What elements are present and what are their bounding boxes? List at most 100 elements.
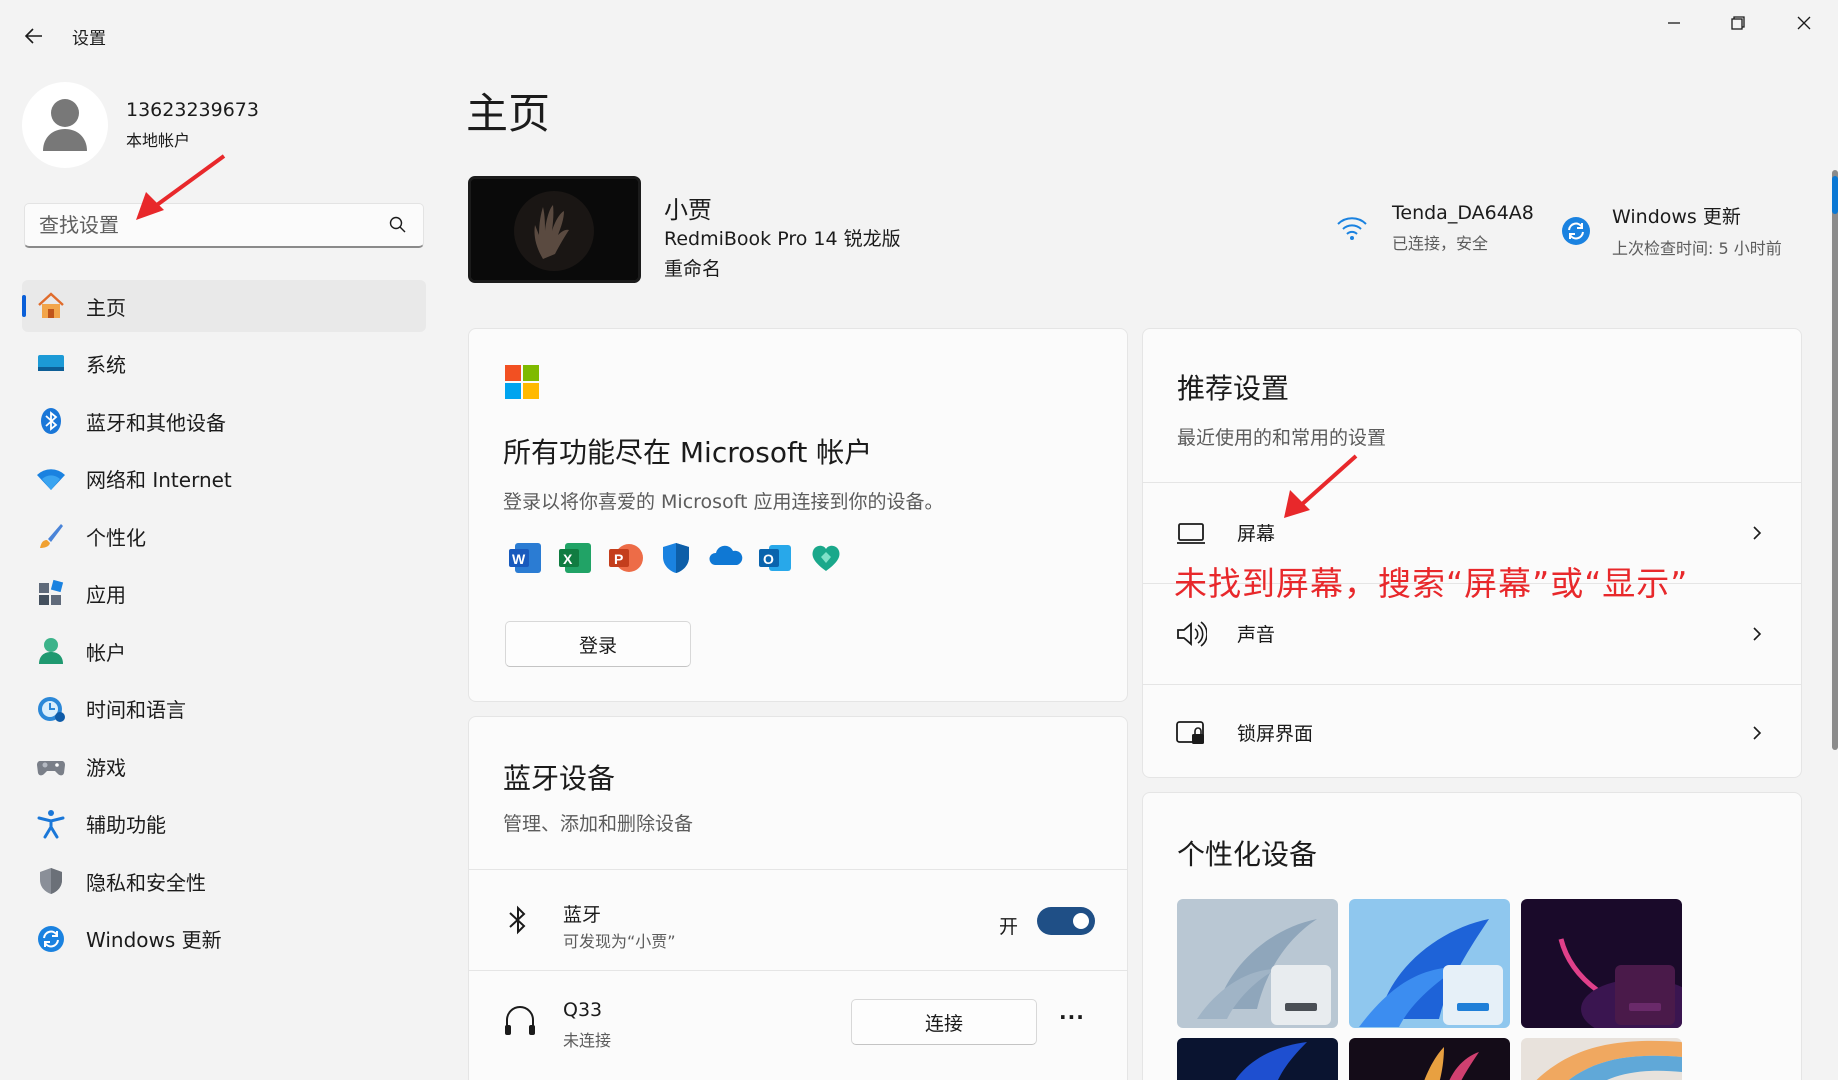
lockscreen-icon: [1176, 721, 1204, 744]
recommended-item-label: 声音: [1237, 624, 1276, 646]
excel-icon: X: [559, 543, 591, 573]
search-icon[interactable]: [389, 216, 407, 234]
device-status-text: 未连接: [563, 1031, 612, 1050]
system-icon: [36, 349, 66, 379]
sidebar-item-label: 时间和语言: [86, 698, 186, 722]
network-status[interactable]: Tenda_DA64A8 已连接，安全: [1336, 202, 1534, 254]
sidebar-item-time-language[interactable]: 时间和语言: [22, 683, 426, 735]
minimize-icon: [1668, 22, 1680, 24]
microsoft-logo-icon: [505, 365, 539, 399]
active-indicator: [22, 295, 26, 317]
speaker-icon: [1177, 621, 1207, 647]
chevron-right-icon: [1753, 526, 1762, 540]
device-label: Q33: [563, 999, 603, 1021]
display-icon: [1177, 523, 1205, 544]
bluetooth-discoverable-text: 可发现为“小贾”: [563, 932, 676, 951]
scrollbar[interactable]: [1832, 170, 1838, 750]
annotation-arrow-display: [1284, 454, 1358, 518]
profile-account-type: 本地帐户: [126, 131, 191, 150]
svg-text:W: W: [512, 551, 526, 567]
sidebar-item-personalization[interactable]: 个性化: [22, 510, 426, 562]
sidebar-item-label: 辅助功能: [86, 813, 166, 837]
sidebar-item-network[interactable]: 网络和 Internet: [22, 453, 426, 505]
back-arrow-icon: [24, 28, 42, 44]
wallpaper-flow-dark-image: [1349, 1038, 1510, 1080]
microsoft-card-description: 登录以将你喜爱的 Microsoft 应用连接到你的设备。: [503, 491, 944, 513]
wallpaper-option-2[interactable]: [1349, 899, 1510, 1028]
sign-in-button[interactable]: 登录: [505, 621, 691, 667]
bluetooth-toggle-row: 蓝牙 可发现为“小贾” 开: [469, 870, 1127, 970]
update-status-text: 上次检查时间: 5 小时前: [1612, 239, 1782, 258]
bluetooth-device-row: Q33 未连接 连接 ···: [469, 971, 1127, 1071]
sidebar-item-accessibility[interactable]: 辅助功能: [22, 798, 426, 850]
page-title: 主页: [466, 89, 551, 138]
recommended-item-label: 锁屏界面: [1237, 723, 1314, 745]
chevron-right-icon: [1753, 627, 1762, 641]
bluetooth-devices-card: 蓝牙设备 管理、添加和删除设备 蓝牙 可发现为“小贾” 开 Q33 未连接 连接…: [468, 716, 1128, 1080]
family-icon: [812, 545, 840, 571]
powerpoint-icon: P: [609, 544, 643, 572]
word-icon: W: [509, 543, 541, 573]
maximize-button[interactable]: [1708, 8, 1768, 38]
annotation-text: 未找到屏幕，搜索“屏幕”或“显示”: [1174, 564, 1689, 603]
wallpaper-option-6[interactable]: [1521, 1038, 1682, 1080]
sidebar-item-label: 主页: [86, 295, 126, 320]
sidebar-item-gaming[interactable]: 游戏: [22, 740, 426, 792]
sidebar-item-system[interactable]: 系统: [22, 338, 426, 390]
scrollbar-thumb-accent[interactable]: [1832, 176, 1838, 214]
svg-text:O: O: [763, 551, 774, 567]
microsoft-apps-row: W X P O: [509, 541, 843, 575]
account-icon: [36, 636, 66, 666]
minimize-button[interactable]: [1644, 8, 1704, 38]
more-options-button[interactable]: ···: [1059, 1005, 1085, 1029]
sidebar-item-windows-update[interactable]: Windows 更新: [22, 913, 426, 965]
network-name: Tenda_DA64A8: [1392, 202, 1534, 224]
sidebar-item-label: 隐私和安全性: [86, 870, 206, 895]
sidebar-item-label: 帐户: [86, 640, 126, 665]
back-button[interactable]: [18, 20, 50, 52]
sidebar-item-home[interactable]: 主页: [22, 280, 426, 332]
sidebar-item-label: 个性化: [86, 525, 146, 550]
profile-name: 13623239673: [126, 99, 259, 121]
outlook-icon: O: [759, 545, 791, 571]
sidebar-item-label: 系统: [86, 353, 126, 377]
windows-update-status[interactable]: Windows 更新 上次检查时间: 5 小时前: [1560, 202, 1782, 259]
sidebar-item-privacy[interactable]: 隐私和安全性: [22, 855, 426, 907]
wallpaper-option-3[interactable]: [1521, 899, 1682, 1028]
sidebar-item-label: 应用: [86, 583, 126, 607]
bluetooth-label: 蓝牙: [563, 904, 602, 926]
close-icon: [1797, 16, 1811, 30]
bluetooth-toggle[interactable]: [1037, 907, 1095, 935]
wallpaper-bloom-blue-image: [1349, 899, 1510, 1028]
sidebar-item-label: 游戏: [86, 755, 126, 780]
home-icon: [36, 291, 66, 321]
device-model: RedmiBook Pro 14 锐龙版: [664, 228, 901, 250]
sidebar-item-apps[interactable]: 应用: [22, 568, 426, 620]
recommended-item-lockscreen[interactable]: 锁屏界面: [1143, 685, 1801, 779]
device-wallpaper-thumbnail[interactable]: [468, 176, 641, 283]
chevron-right-icon: [1753, 726, 1762, 740]
sidebar-nav: 主页 系统 蓝牙和其他设备 网络和 Internet 个性化 应用 帐户 时间和…: [22, 280, 426, 970]
bluetooth-card-title: 蓝牙设备: [503, 762, 616, 795]
microsoft-card-title: 所有功能尽在 Microsoft 帐户: [503, 436, 873, 469]
svg-text:X: X: [563, 551, 573, 567]
sidebar-item-bluetooth[interactable]: 蓝牙和其他设备: [22, 395, 426, 447]
accessibility-icon: [36, 809, 66, 839]
connect-button[interactable]: 连接: [851, 999, 1037, 1045]
title-bar: 设置: [0, 0, 1838, 70]
wallpaper-option-1[interactable]: [1177, 899, 1338, 1028]
personalize-card-title: 个性化设备: [1177, 838, 1318, 871]
onedrive-icon: [709, 545, 743, 565]
close-button[interactable]: [1774, 8, 1834, 38]
wallpaper-option-5[interactable]: [1349, 1038, 1510, 1080]
gamepad-icon: [36, 751, 66, 781]
wallpaper-option-4[interactable]: [1177, 1038, 1338, 1080]
rename-link[interactable]: 重命名: [664, 254, 721, 281]
microsoft-account-card: 所有功能尽在 Microsoft 帐户 登录以将你喜爱的 Microsoft 应…: [468, 328, 1128, 702]
windows-update-icon: [1562, 216, 1590, 245]
bluetooth-state-label: 开: [999, 916, 1019, 938]
personalize-device-card: 个性化设备: [1142, 792, 1802, 1080]
restore-icon: [1731, 16, 1745, 30]
bluetooth-icon: [509, 905, 526, 935]
sidebar-item-accounts[interactable]: 帐户: [22, 625, 426, 677]
